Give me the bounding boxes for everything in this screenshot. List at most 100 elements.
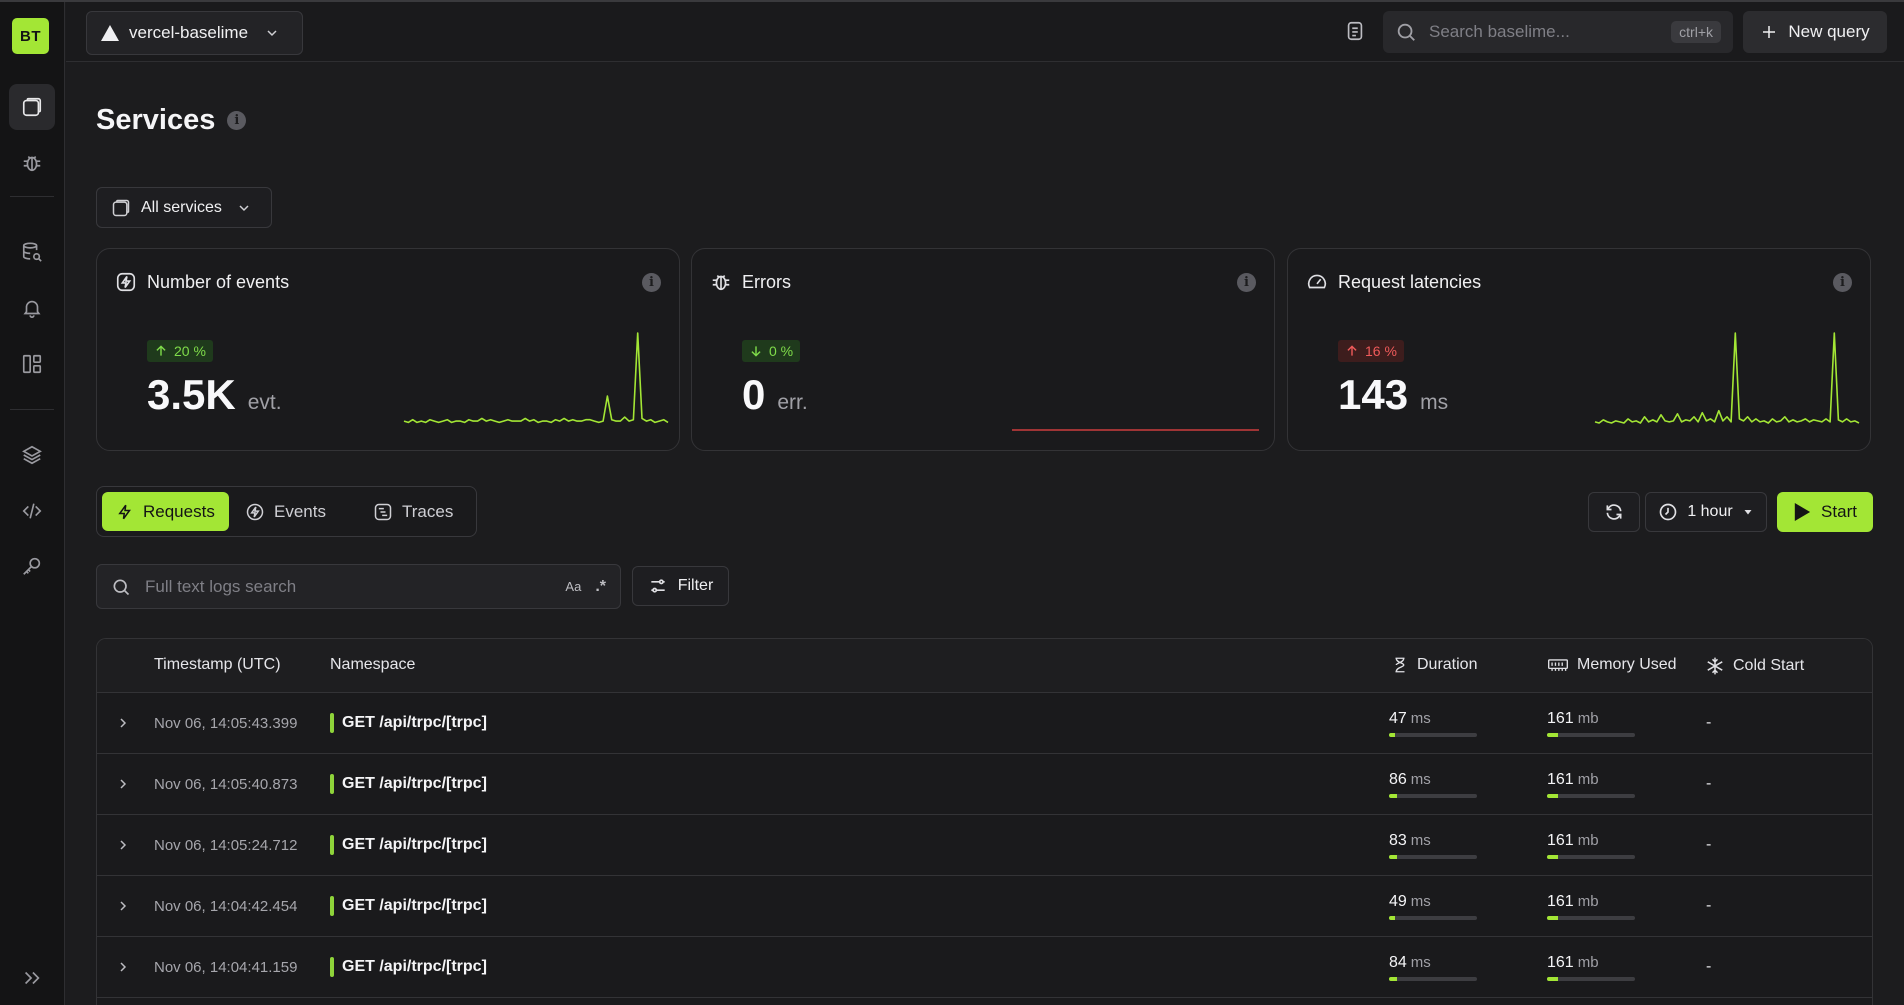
expand-row-icon[interactable] xyxy=(115,937,131,997)
case-sensitive-toggle[interactable]: Aa xyxy=(565,579,581,594)
metric-value: 3.5K xyxy=(147,371,236,418)
tab-requests[interactable]: Requests xyxy=(102,492,229,531)
tab-label: Events xyxy=(274,501,326,521)
sliders-icon xyxy=(651,579,665,593)
page-title-text: Services xyxy=(96,104,216,136)
change-value: 20 % xyxy=(174,343,206,359)
info-icon[interactable]: i xyxy=(642,273,661,292)
memory-value: 161 mb xyxy=(1547,954,1599,972)
memory-track xyxy=(1547,854,1635,859)
namespace: GET /api/trpc/[trpc] xyxy=(330,754,487,814)
page-title: Services i xyxy=(96,104,247,137)
metric: 143 ms xyxy=(1338,371,1448,419)
time-range-select[interactable]: 1 hour xyxy=(1645,492,1767,532)
column-header[interactable]: Namespace xyxy=(330,656,415,674)
bell-icon[interactable] xyxy=(9,285,55,331)
dashboard-icon[interactable] xyxy=(9,341,55,387)
change-badge: 0 % xyxy=(742,340,801,362)
column-header[interactable]: Duration xyxy=(1391,656,1477,674)
expand-row-icon[interactable] xyxy=(115,815,131,875)
timestamp: Nov 06, 14:05:40.873 xyxy=(154,775,298,793)
expand-row-icon[interactable] xyxy=(115,754,131,814)
column-header[interactable]: Timestamp (UTC) xyxy=(154,656,281,674)
column-label: Namespace xyxy=(330,656,416,673)
memory-track xyxy=(1547,915,1635,920)
namespace-text: GET /api/trpc/[trpc] xyxy=(342,714,487,731)
tab-events[interactable]: Events xyxy=(231,492,340,531)
arrow-down-icon xyxy=(751,346,761,357)
log-search-input[interactable]: Full text logs search Aa .* xyxy=(96,564,621,609)
memory-number: 161 xyxy=(1547,770,1574,788)
bolt-circle-icon xyxy=(116,272,136,292)
status-bar xyxy=(330,957,334,977)
search-placeholder: Search baselime... xyxy=(1429,22,1570,41)
gauge-icon xyxy=(1307,274,1327,289)
memory-chip-icon xyxy=(1548,659,1568,671)
table-row[interactable]: Nov 06, 14:05:40.873 GET /api/trpc/[trpc… xyxy=(97,754,1872,815)
memory-meter: 161 mb xyxy=(1547,876,1635,936)
expand-row-icon[interactable] xyxy=(115,693,131,753)
tab-label: Traces xyxy=(402,501,454,521)
duration-unit: ms xyxy=(1410,892,1431,910)
namespace-text: GET /api/trpc/[trpc] xyxy=(342,775,487,792)
memory-track xyxy=(1547,793,1635,798)
events-sparkline xyxy=(403,332,669,424)
code-icon[interactable] xyxy=(9,488,55,534)
card-title: Errors xyxy=(710,271,791,293)
filter-button[interactable]: Filter xyxy=(632,566,729,606)
table-row[interactable]: Nov 06, 14:04:42.454 GET /api/trpc/[trpc… xyxy=(97,876,1872,937)
layers-icon[interactable] xyxy=(9,432,55,478)
duration-value: 47 ms xyxy=(1389,710,1431,728)
events-card: Number of events i 20 % 3.5K evt. xyxy=(96,248,680,451)
info-icon[interactable]: i xyxy=(1237,273,1256,292)
expand-sidebar-icon[interactable] xyxy=(9,955,55,1001)
bug-icon[interactable] xyxy=(9,140,55,186)
cold-start-value: - xyxy=(1706,958,1712,975)
table-row[interactable]: Nov 06, 14:05:43.399 GET /api/trpc/[trpc… xyxy=(97,693,1872,754)
duration-meter: 84 ms xyxy=(1389,937,1477,997)
vercel-logo-icon xyxy=(101,25,119,41)
info-icon[interactable]: i xyxy=(227,111,247,130)
info-icon[interactable]: i xyxy=(1833,273,1852,292)
duration-value: 84 ms xyxy=(1389,954,1431,972)
regex-toggle[interactable]: .* xyxy=(595,578,606,596)
column-header[interactable]: Cold Start xyxy=(1705,656,1804,676)
change-badge: 20 % xyxy=(147,340,213,362)
services-icon xyxy=(112,199,130,216)
status-bar xyxy=(330,835,334,855)
services-filter[interactable]: All services xyxy=(96,187,272,228)
status-bar xyxy=(330,896,334,916)
sidebar: BT xyxy=(0,2,65,1005)
column-label: Cold Start xyxy=(1733,657,1805,674)
memory-value: 161 mb xyxy=(1547,771,1599,789)
services-icon[interactable] xyxy=(9,84,55,130)
duration-number: 83 xyxy=(1389,831,1407,849)
workspace-selector[interactable]: vercel-baselime xyxy=(86,11,303,55)
start-button[interactable]: Start xyxy=(1777,492,1873,532)
card-title-text: Number of events xyxy=(147,271,290,292)
column-header[interactable]: Memory Used xyxy=(1547,656,1677,674)
global-search[interactable]: Search baselime... ctrl+k xyxy=(1383,11,1733,53)
filter-label: Filter xyxy=(677,577,714,594)
refresh-button[interactable] xyxy=(1588,492,1640,532)
table-row[interactable]: Nov 06, 14:05:24.712 GET /api/trpc/[trpc… xyxy=(97,815,1872,876)
database-search-icon[interactable] xyxy=(9,229,55,275)
expand-row-icon[interactable] xyxy=(115,876,131,936)
document-icon[interactable] xyxy=(1344,20,1366,47)
duration-track xyxy=(1389,793,1477,798)
new-query-button[interactable]: New query xyxy=(1743,11,1887,53)
sidebar-divider xyxy=(10,409,54,410)
workspace-name: vercel-baselime xyxy=(129,23,249,42)
arrow-up-icon xyxy=(1347,345,1357,356)
bug-icon xyxy=(712,274,730,291)
tab-traces[interactable]: Traces xyxy=(359,492,467,531)
key-icon[interactable] xyxy=(9,543,55,589)
latency-card: Request latencies i 16 % 143 ms xyxy=(1287,248,1871,451)
table-row[interactable]: Nov 06, 14:04:41.159 GET /api/trpc/[trpc… xyxy=(97,937,1872,998)
plus-icon xyxy=(1763,26,1776,38)
play-icon xyxy=(1794,503,1811,521)
metric-unit: ms xyxy=(1420,391,1449,414)
org-avatar[interactable]: BT xyxy=(12,18,49,54)
duration-number: 84 xyxy=(1389,953,1407,971)
duration-unit: ms xyxy=(1410,953,1431,971)
